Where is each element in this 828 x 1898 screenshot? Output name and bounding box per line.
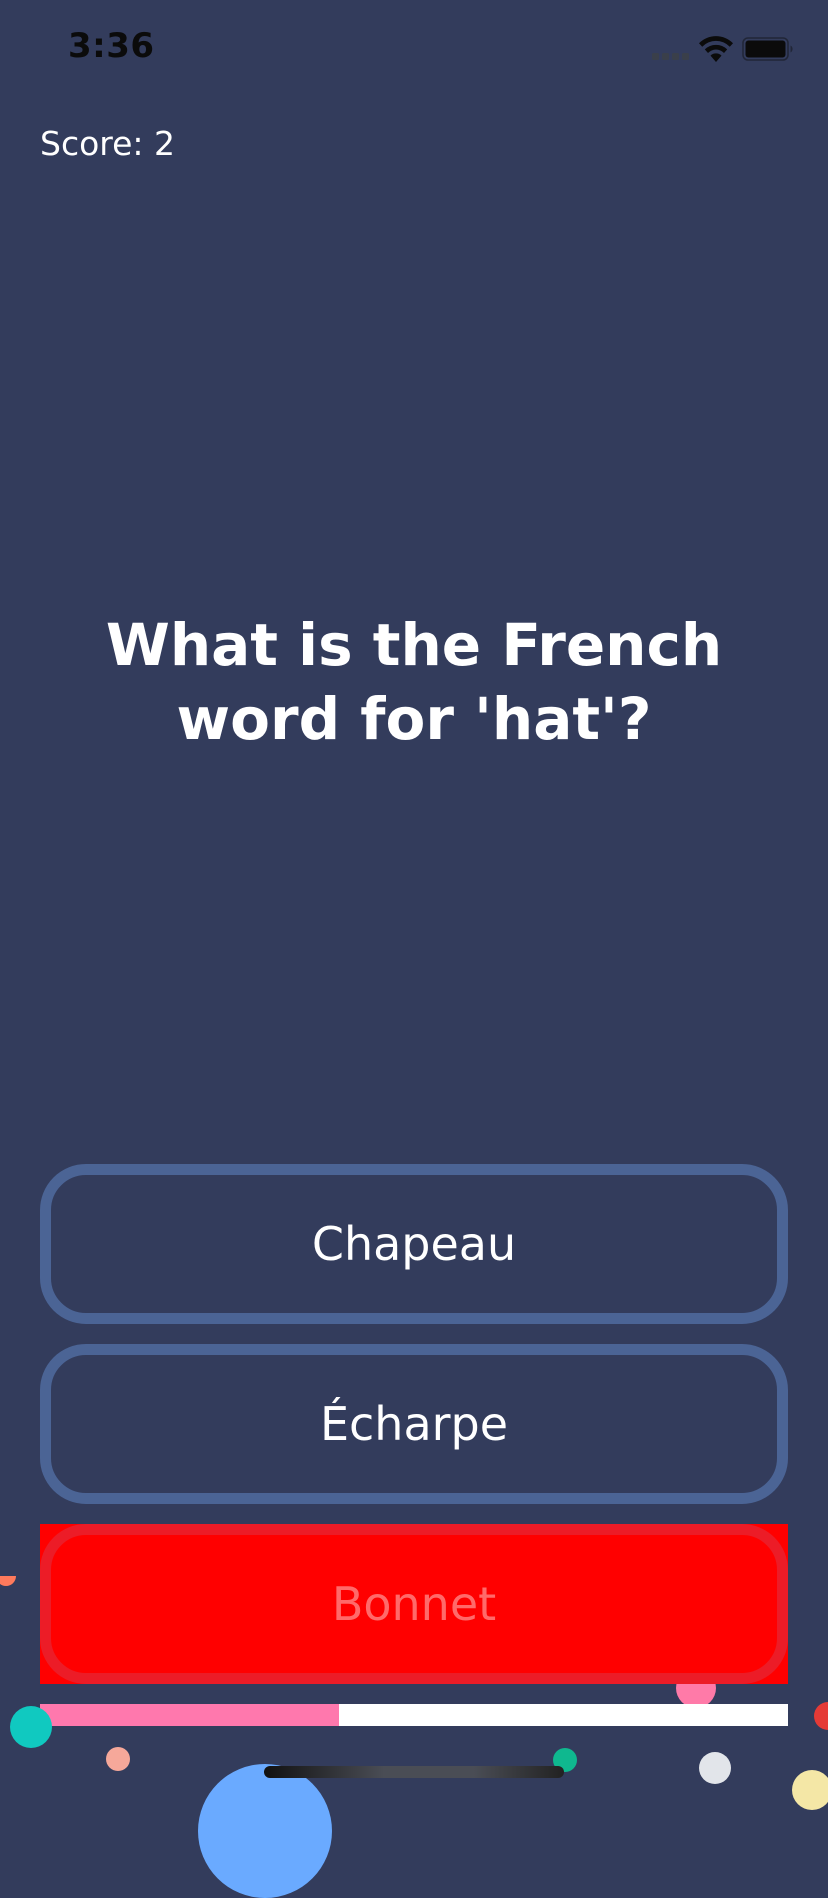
answer-button-chapeau[interactable]: Chapeau xyxy=(40,1164,788,1324)
confetti-piece xyxy=(792,1770,828,1810)
home-indicator[interactable] xyxy=(264,1766,564,1778)
score-label: Score: 2 xyxy=(40,124,176,163)
question-text: What is the French word for 'hat'? xyxy=(105,611,723,753)
answer-button-bonnet[interactable]: Bonnet xyxy=(40,1524,788,1684)
confetti-piece xyxy=(198,1764,332,1898)
confetti-piece xyxy=(10,1706,52,1748)
progress-bar xyxy=(40,1704,788,1726)
confetti-piece xyxy=(814,1702,828,1730)
answer-button-echarpe[interactable]: Écharpe xyxy=(40,1344,788,1504)
confetti-piece xyxy=(106,1747,130,1771)
battery-icon xyxy=(742,37,793,61)
status-bar: 3:36 xyxy=(0,0,828,100)
cellular-signal-icon xyxy=(652,52,690,60)
status-time: 3:36 xyxy=(68,26,155,66)
wifi-icon xyxy=(699,36,733,62)
progress-bar-fill xyxy=(40,1704,340,1726)
confetti-piece xyxy=(0,1576,16,1586)
confetti-piece xyxy=(699,1752,731,1784)
